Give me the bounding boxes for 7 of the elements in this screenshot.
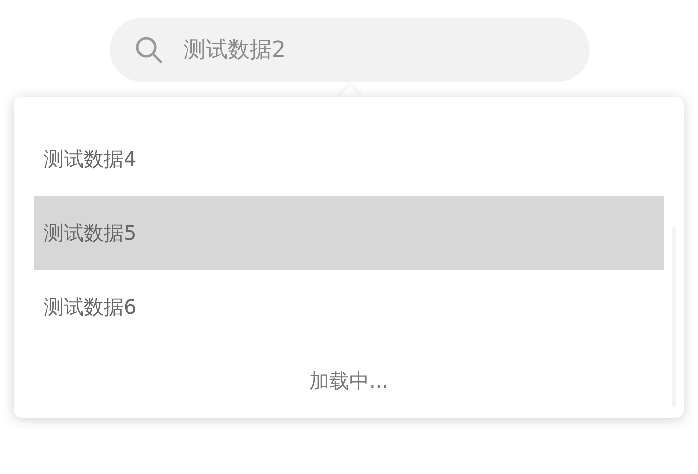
dropdown-option[interactable]: 测试数据5 [34, 196, 664, 270]
loading-text: 加载中... [309, 368, 389, 394]
dropdown-option[interactable]: 测试数据4 [34, 122, 664, 196]
search-field[interactable]: 测试数据2 [110, 18, 590, 82]
search-icon [134, 35, 164, 65]
dropdown-option[interactable]: 测试数据6 [34, 270, 664, 344]
search-input[interactable]: 测试数据2 [184, 38, 544, 62]
